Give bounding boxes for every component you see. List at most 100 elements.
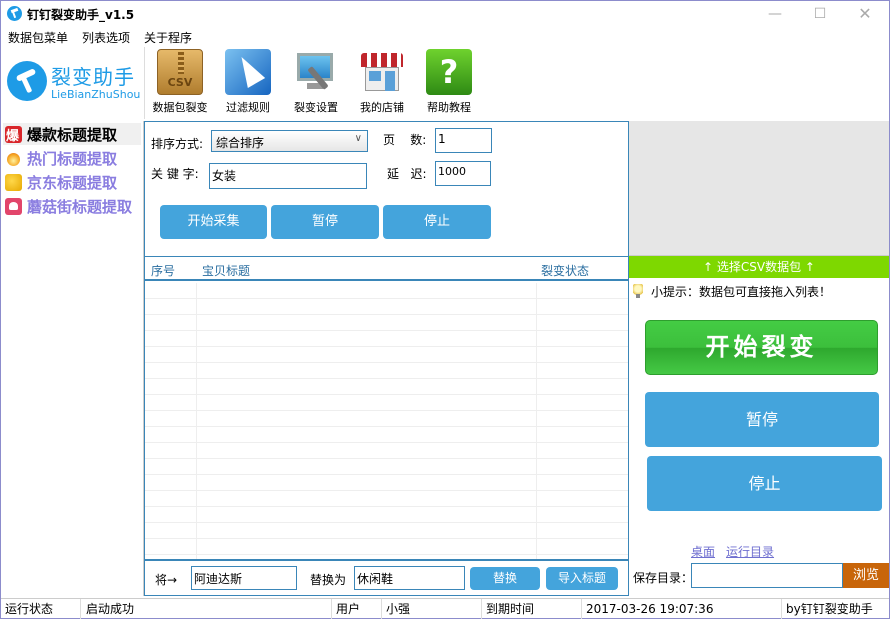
menu-list-options[interactable]: 列表选项: [82, 29, 130, 46]
replace-from-input[interactable]: 阿迪达斯: [191, 566, 297, 590]
cursor-arrow-icon: [225, 49, 271, 95]
table-row: [145, 411, 628, 427]
split-panel: ↑ 选择CSV数据包 ↑ 小提示：数据包可直接拖入列表！ 开始裂变 暂停 停止 …: [629, 121, 889, 596]
delay-input[interactable]: 1000: [435, 161, 491, 186]
maximize-button[interactable]: ☐: [798, 1, 842, 27]
sidebar-item-jd-titles[interactable]: 京东标题提取: [3, 171, 141, 193]
table-row: [145, 539, 628, 555]
select-csv-button[interactable]: ↑ 选择CSV数据包 ↑: [629, 256, 889, 278]
sidebar-item-label: 蘑菇街标题提取: [27, 198, 133, 216]
toolbar-filter-rules-button[interactable]: 过滤规则: [215, 49, 281, 117]
column-divider: [536, 283, 537, 559]
table-row: [145, 283, 628, 299]
column-index[interactable]: 序号: [151, 262, 175, 279]
pages-label: 页 数:: [383, 133, 427, 147]
list-body: [145, 283, 628, 559]
status-user-value: 小强: [382, 599, 482, 619]
app-window: 钉钉裂变助手_v1.5 — ☐ ✕ 数据包菜单 列表选项 关于程序 裂变助手 L…: [0, 0, 890, 619]
monitor-wrench-icon: [293, 49, 339, 95]
list-header: 序号 宝贝标题 裂变状态: [145, 257, 628, 281]
run-directory-link[interactable]: 运行目录: [726, 543, 774, 560]
table-row: [145, 363, 628, 379]
pause-split-button[interactable]: 暂停: [645, 392, 879, 447]
title-bar: 钉钉裂变助手_v1.5 — ☐ ✕: [1, 1, 889, 27]
bao-icon: [5, 125, 22, 144]
chevron-down-icon: ∨: [354, 133, 362, 144]
toolbar-help-button[interactable]: ? 帮助教程: [416, 49, 482, 117]
logo-text-en: LieBianZhuShou: [51, 88, 141, 101]
status-bar: 运行状态 启动成功 用户 小强 到期时间 2017-03-26 19:07:36…: [1, 598, 889, 619]
replace-bar: 将→ 阿迪达斯 替换为 休闲鞋 替换 导入标题: [145, 559, 628, 595]
column-status[interactable]: 裂变状态: [541, 262, 589, 279]
minimize-button[interactable]: —: [753, 1, 797, 27]
pages-input[interactable]: 1: [435, 128, 492, 153]
lightbulb-icon: [633, 284, 643, 298]
keyword-label: 关 键 字:: [151, 167, 199, 181]
logo-text-cn: 裂变助手: [51, 65, 135, 89]
sidebar-item-hot-product-titles[interactable]: 爆款标题提取: [3, 123, 141, 145]
save-directory-label: 保存目录：: [633, 571, 694, 585]
jd-icon: [5, 174, 22, 191]
sidebar: 爆款标题提取 热门标题提取 京东标题提取 蘑菇街标题提取: [1, 121, 144, 596]
logo-pin-icon: [7, 61, 47, 101]
desktop-link[interactable]: 桌面: [691, 543, 715, 560]
menu-data-package[interactable]: 数据包菜单: [8, 29, 68, 46]
replace-to-input[interactable]: 休闲鞋: [354, 566, 465, 590]
menu-about[interactable]: 关于程序: [144, 29, 192, 46]
toolbar-divider: [144, 47, 145, 119]
save-directory-input[interactable]: [691, 563, 843, 588]
table-row: [145, 395, 628, 411]
table-row: [145, 507, 628, 523]
status-expire-value: 2017-03-26 19:07:36: [582, 599, 782, 619]
sort-label: 排序方式:: [151, 137, 204, 151]
status-state-label: 运行状态: [1, 599, 81, 619]
keyword-input[interactable]: 女装: [209, 163, 367, 189]
table-row: [145, 523, 628, 539]
sidebar-item-mogujie-titles[interactable]: 蘑菇街标题提取: [3, 195, 141, 217]
menu-bar: 数据包菜单 列表选项 关于程序: [1, 27, 889, 47]
collect-panel: 排序方式: 综合排序 ∨ 页 数: 1 关 键 字: 女装 延 迟: 1000 …: [144, 121, 629, 596]
title-list[interactable]: 序号 宝贝标题 裂变状态: [145, 256, 628, 559]
column-divider: [196, 283, 197, 559]
toolbar-label: 帮助教程: [427, 101, 471, 114]
replace-from-label: 将→: [155, 573, 178, 587]
mogujie-icon: [5, 198, 22, 215]
toolbar-label: 数据包裂变: [152, 101, 208, 114]
fire-icon: [5, 150, 22, 167]
import-titles-button[interactable]: 导入标题: [546, 567, 618, 590]
sidebar-item-popular-titles[interactable]: 热门标题提取: [3, 147, 141, 169]
delay-label: 延 迟:: [387, 167, 427, 181]
start-split-button[interactable]: 开始裂变: [645, 320, 878, 375]
table-row: [145, 379, 628, 395]
stop-split-button[interactable]: 停止: [647, 456, 882, 511]
table-row: [145, 475, 628, 491]
toolbar-package-split-button[interactable]: CSV 数据包裂变: [147, 49, 213, 117]
toolbar-label: 我的店铺: [360, 101, 404, 114]
status-credit: by钉钉裂变助手: [786, 602, 873, 616]
sidebar-item-label: 热门标题提取: [27, 150, 118, 168]
column-title[interactable]: 宝贝标题: [202, 262, 250, 279]
table-row: [145, 315, 628, 331]
app-pin-icon: [7, 6, 22, 21]
close-button[interactable]: ✕: [843, 1, 887, 27]
toolbar-label: 过滤规则: [226, 101, 270, 114]
pause-collect-button[interactable]: 暂停: [271, 205, 379, 239]
app-logo: 裂变助手 LieBianZhuShou: [5, 59, 143, 109]
browse-button[interactable]: 浏览: [843, 563, 889, 588]
sort-value: 综合排序: [216, 136, 265, 150]
window-title: 钉钉裂变助手_v1.5: [27, 8, 135, 22]
replace-button[interactable]: 替换: [470, 567, 540, 590]
csv-drop-zone[interactable]: [629, 121, 889, 256]
table-row: [145, 459, 628, 475]
tip-text: 小提示：数据包可直接拖入列表！: [633, 283, 831, 300]
sidebar-item-label: 爆款标题提取: [27, 126, 118, 144]
replace-to-label: 替换为: [310, 573, 347, 587]
start-collect-button[interactable]: 开始采集: [160, 205, 267, 239]
stop-collect-button[interactable]: 停止: [383, 205, 491, 239]
table-row: [145, 331, 628, 347]
sort-select[interactable]: 综合排序 ∨: [211, 130, 368, 152]
shop-icon: [359, 49, 405, 95]
toolbar-my-shop-button[interactable]: 我的店铺: [349, 49, 415, 117]
toolbar-split-settings-button[interactable]: 裂变设置: [283, 49, 349, 117]
table-row: [145, 427, 628, 443]
